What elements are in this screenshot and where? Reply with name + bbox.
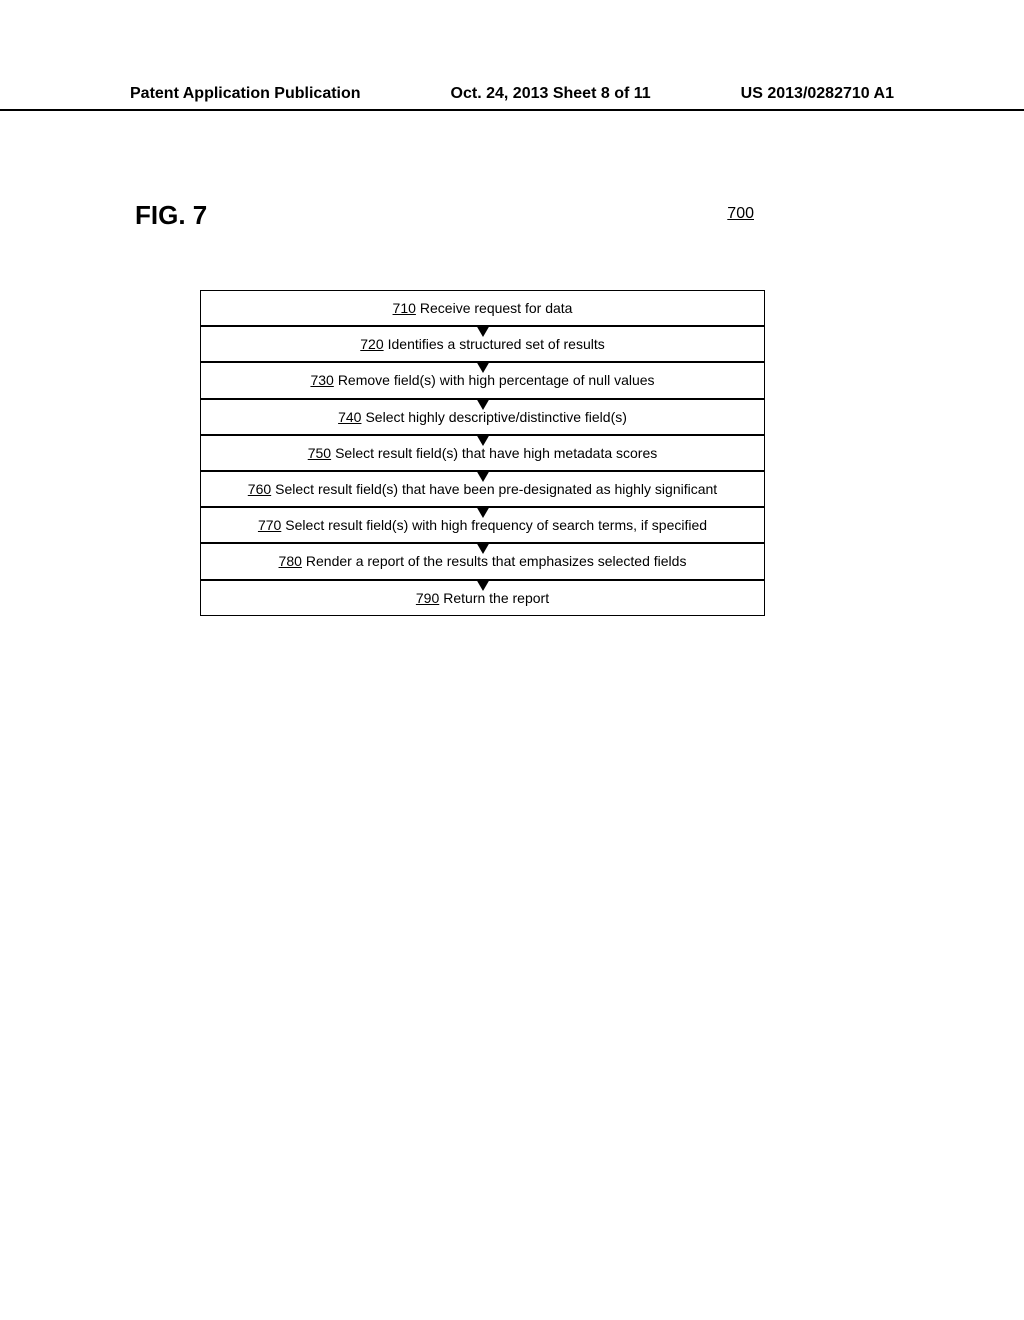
step-num: 750 [308, 445, 331, 461]
patent-page: Patent Application Publication Oct. 24, … [0, 0, 1024, 1320]
step-num: 780 [279, 553, 302, 569]
flowchart: 710Receive request for data 720 Identifie… [200, 290, 765, 616]
step-text: Identifies a structured set of results [388, 336, 605, 352]
step-text: Return the report [443, 590, 549, 606]
step-num: 760 [248, 481, 271, 497]
step-text: Select result field(s) that have been pr… [275, 481, 717, 497]
figure-label: FIG. 7 [135, 200, 207, 231]
header-right: US 2013/0282710 A1 [741, 85, 894, 103]
step-text: Select result field(s) that have high me… [335, 445, 657, 461]
step-text: Select highly descriptive/distinctive fi… [365, 409, 626, 425]
figure-number: 700 [727, 205, 754, 223]
step-num: 720 [360, 336, 383, 352]
step-710: 710Receive request for data [200, 290, 765, 326]
step-num: 740 [338, 409, 361, 425]
step-text: Select result field(s) with high frequen… [285, 517, 707, 533]
step-num: 710 [393, 300, 416, 316]
step-text: Receive request for data [420, 300, 573, 316]
step-text: Remove field(s) with high percentage of … [338, 372, 655, 388]
step-num: 790 [416, 590, 439, 606]
header-left: Patent Application Publication [130, 85, 361, 103]
page-header: Patent Application Publication Oct. 24, … [0, 85, 1024, 111]
step-num: 730 [310, 372, 333, 388]
step-num: 770 [258, 517, 281, 533]
step-text: Render a report of the results that emph… [306, 553, 687, 569]
header-center: Oct. 24, 2013 Sheet 8 of 11 [451, 85, 651, 103]
